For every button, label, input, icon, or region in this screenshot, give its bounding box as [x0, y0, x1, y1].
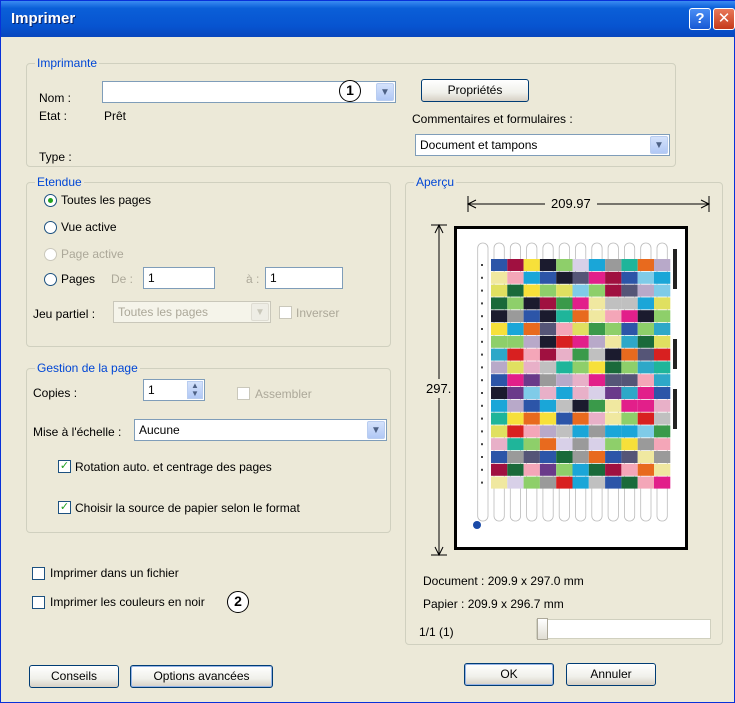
pages-radio[interactable] [44, 273, 57, 286]
reverse-label[interactable]: Inverser [296, 306, 339, 320]
cancel-button[interactable]: Annuler [566, 663, 656, 686]
paper-source-label[interactable]: Choisir la source de papier selon le for… [75, 501, 300, 515]
subset-value: Toutes les pages [118, 305, 209, 319]
reverse-checkbox[interactable] [279, 306, 292, 319]
preview-width-value: 209.97 [545, 196, 597, 211]
subset-label: Jeu partiel : [33, 307, 96, 321]
chevron-down-icon[interactable]: ▼ [376, 83, 394, 101]
printer-type-label: Type : [39, 150, 72, 164]
printer-status-label: Etat : [39, 109, 68, 123]
pages-label[interactable]: Pages [61, 272, 95, 286]
comments-select[interactable]: Document et tampons ▼ [415, 134, 670, 156]
callout-2-badge: 2 [227, 591, 249, 613]
to-page-value: 1 [270, 271, 277, 285]
preview-height-value: 297. [426, 379, 452, 398]
preview-paper-size: Papier : 209.9 x 296.7 mm [423, 597, 564, 611]
page-preview-thumbnail [454, 226, 688, 550]
range-group-label: Etendue [35, 175, 84, 189]
tips-button[interactable]: Conseils [29, 665, 119, 688]
preview-page-slider[interactable] [536, 619, 711, 639]
paper-source-checkbox[interactable]: ✓ [58, 501, 71, 514]
comments-label: Commentaires et formulaires : [412, 112, 573, 126]
copies-label: Copies : [33, 386, 78, 400]
help-button[interactable]: ? [689, 8, 711, 30]
close-button[interactable]: ✕ [713, 8, 735, 30]
auto-rotate-label[interactable]: Rotation auto. et centrage des pages [75, 460, 272, 474]
printer-group-label: Imprimante [35, 56, 100, 70]
print-to-file-label[interactable]: Imprimer dans un fichier [50, 566, 179, 580]
print-dialog: Imprimer ? ✕ Imprimante Nom : ▼ 1 Etat :… [0, 0, 735, 703]
from-page-value: 1 [148, 271, 155, 285]
scaling-select[interactable]: Aucune ▼ [134, 419, 387, 441]
printer-name-label: Nom : [39, 91, 72, 105]
from-page-input[interactable]: 1 [143, 267, 215, 289]
from-label: De : [111, 272, 134, 286]
print-to-file-checkbox[interactable] [32, 567, 45, 580]
page-handling-group-label: Gestion de la page [35, 361, 140, 375]
copies-input[interactable]: 1 ▲ ▼ [143, 379, 205, 401]
auto-rotate-checkbox[interactable]: ✓ [58, 460, 71, 473]
collate-checkbox[interactable] [237, 387, 250, 400]
subset-select[interactable]: Toutes les pages ▼ [113, 301, 271, 323]
print-colors-black-checkbox[interactable] [32, 596, 45, 609]
window-title: Imprimer [11, 10, 76, 27]
current-view-radio[interactable] [44, 221, 57, 234]
to-label: à : [246, 272, 260, 286]
chevron-down-icon[interactable]: ▼ [367, 421, 385, 439]
chevron-down-icon[interactable]: ▼ [251, 303, 269, 321]
copies-value: 1 [148, 383, 155, 397]
callout-1-badge: 1 [339, 80, 361, 102]
print-colors-black-label[interactable]: Imprimer les couleurs en noir [50, 595, 205, 609]
printer-status-value: Prêt [104, 109, 127, 123]
to-page-input[interactable]: 1 [265, 267, 343, 289]
current-page-radio[interactable] [44, 248, 57, 261]
current-view-label[interactable]: Vue active [61, 220, 117, 234]
scaling-value: Aucune [139, 423, 180, 437]
properties-button[interactable]: Propriétés [421, 79, 529, 102]
preview-slider-thumb[interactable] [537, 618, 548, 640]
comments-value: Document et tampons [420, 138, 538, 152]
color-chart-preview-image [473, 242, 677, 529]
stepper-arrows-icon[interactable]: ▲ ▼ [187, 381, 203, 399]
scaling-label: Mise à l'échelle : [33, 425, 122, 439]
all-pages-label[interactable]: Toutes les pages [61, 193, 151, 207]
chevron-down-icon[interactable]: ▼ [650, 136, 668, 154]
all-pages-radio[interactable] [44, 194, 57, 207]
advanced-options-button[interactable]: Options avancées [130, 665, 273, 688]
ok-button[interactable]: OK [464, 663, 554, 686]
collate-label[interactable]: Assembler [255, 387, 312, 401]
current-page-label[interactable]: Page active [61, 247, 124, 261]
preview-document-size: Document : 209.9 x 297.0 mm [423, 574, 584, 588]
preview-page-indicator: 1/1 (1) [419, 625, 454, 639]
title-bar[interactable]: Imprimer ? ✕ [1, 1, 735, 37]
